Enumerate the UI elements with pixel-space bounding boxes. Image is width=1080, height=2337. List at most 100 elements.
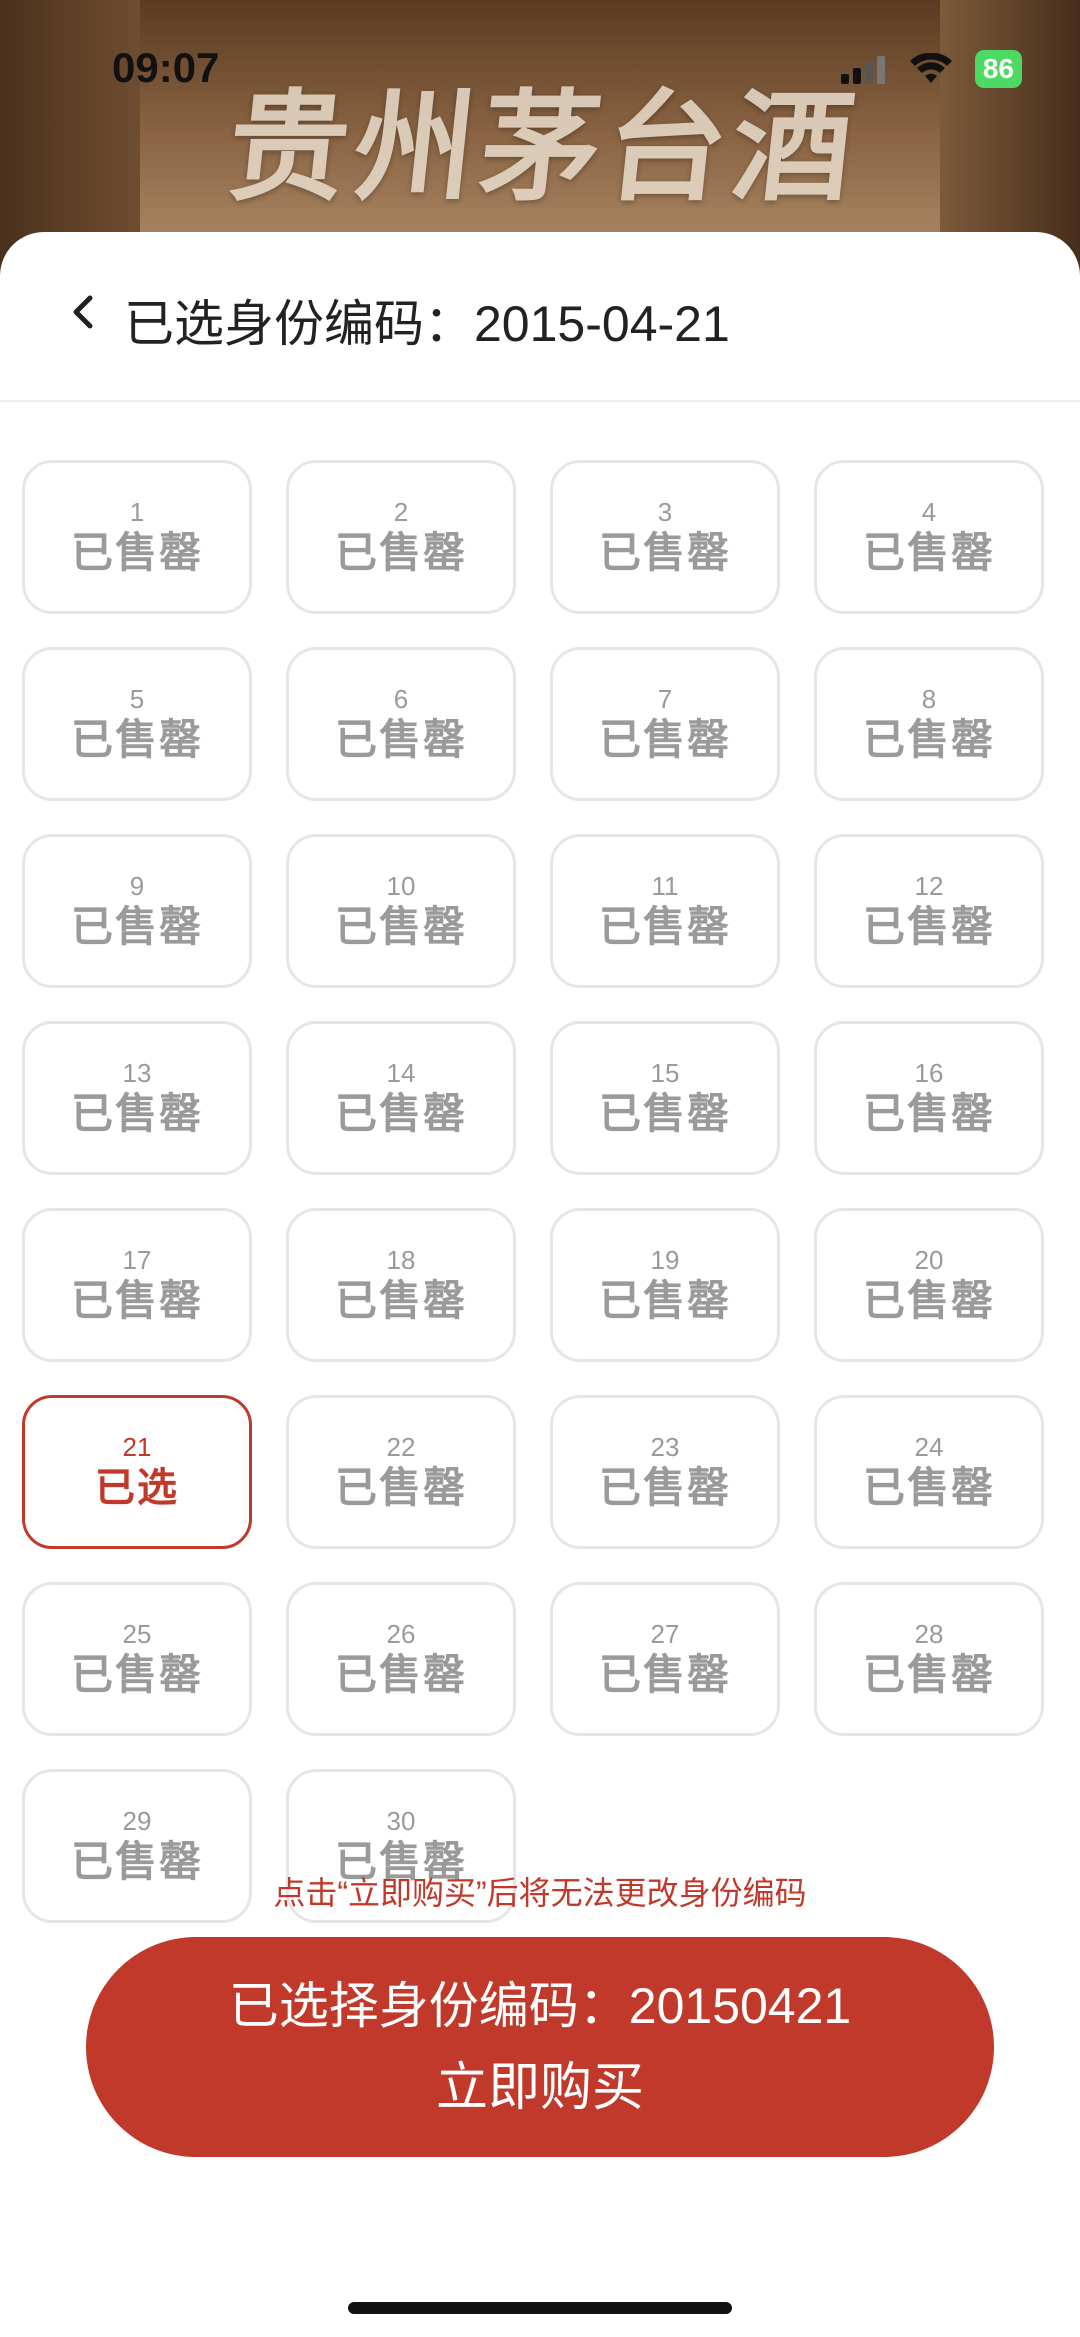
code-cell[interactable]: 11 已售罄 (550, 834, 780, 988)
code-cell-status: 已售罄 (334, 715, 467, 764)
code-cell-status: 已售罄 (334, 1650, 467, 1699)
code-cell[interactable]: 19 已售罄 (550, 1208, 780, 1362)
brand-logo-text: 贵州茅台酒 (221, 77, 867, 218)
code-grid: 1 已售罄 2 已售罄 3 已售罄 4 已售罄 5 已售罄 6 已售罄 7 已售罄 8 已售罄 9 已售罄 10 已售… (22, 460, 1044, 1923)
code-cell-number: 13 (122, 1058, 152, 1088)
code-cell-status: 已售罄 (70, 1276, 203, 1325)
code-cell-status: 已售罄 (862, 1463, 995, 1512)
code-cell[interactable]: 15 已售罄 (550, 1021, 780, 1175)
status-time: 09:07 (112, 44, 220, 91)
code-cell-selected[interactable]: 21 已选 (22, 1395, 252, 1549)
code-cell-status: 已售罄 (598, 715, 731, 764)
code-cell[interactable]: 14 已售罄 (286, 1021, 516, 1175)
battery-icon: 86 (974, 50, 1022, 88)
code-cell-number: 9 (129, 871, 145, 901)
code-cell-number: 2 (393, 497, 409, 527)
code-cell-status: 已售罄 (70, 715, 203, 764)
code-cell-status: 已售罄 (862, 1276, 995, 1325)
code-cell-number: 24 (914, 1432, 944, 1462)
code-cell-status: 已售罄 (334, 902, 467, 951)
code-cell-number: 12 (914, 871, 944, 901)
code-cell-number: 18 (386, 1245, 416, 1275)
page-title: 已选身份编码：2015-04-21 (124, 296, 730, 352)
code-cell-number: 6 (393, 684, 409, 714)
code-cell-number: 26 (386, 1619, 416, 1649)
wifi-icon (909, 53, 952, 83)
code-cell[interactable]: 25 已售罄 (22, 1582, 252, 1736)
buy-now-button[interactable]: 已选择身份编码：20150421 立即购买 (86, 1937, 994, 2157)
code-cell-number: 19 (650, 1245, 680, 1275)
code-cell-number: 17 (122, 1245, 152, 1275)
code-cell-number: 3 (657, 497, 673, 527)
code-cell-status: 已售罄 (598, 902, 731, 951)
code-cell-number: 23 (650, 1432, 680, 1462)
code-cell-status: 已售罄 (70, 1089, 203, 1138)
code-cell[interactable]: 2 已售罄 (286, 460, 516, 614)
code-cell-number: 21 (122, 1432, 152, 1462)
code-cell-status: 已售罄 (334, 1089, 467, 1138)
code-cell[interactable]: 16 已售罄 (814, 1021, 1044, 1175)
code-cell-number: 28 (914, 1619, 944, 1649)
code-cell-status: 已售罄 (862, 1650, 995, 1699)
code-cell-status: 已售罄 (334, 1463, 467, 1512)
code-cell-status: 已售罄 (334, 528, 467, 577)
cellular-signal-icon (840, 56, 885, 84)
code-cell-number: 15 (650, 1058, 680, 1088)
code-cell[interactable]: 5 已售罄 (22, 647, 252, 801)
back-chevron-icon[interactable] (62, 290, 106, 334)
code-cell-number: 7 (657, 684, 673, 714)
code-cell-status: 已售罄 (862, 1089, 995, 1138)
code-cell-number: 5 (129, 684, 145, 714)
code-cell[interactable]: 12 已售罄 (814, 834, 1044, 988)
code-cell[interactable]: 6 已售罄 (286, 647, 516, 801)
warning-notice: 点击“立即购买”后将无法更改身份编码 (273, 1875, 807, 1911)
code-cell-number: 14 (386, 1058, 416, 1088)
code-cell[interactable]: 28 已售罄 (814, 1582, 1044, 1736)
code-cell-number: 25 (122, 1619, 152, 1649)
code-cell-status: 已售罄 (334, 1276, 467, 1325)
code-cell-number: 30 (386, 1806, 416, 1836)
code-cell-status: 已选 (95, 1465, 179, 1511)
code-cell-number: 11 (651, 871, 679, 901)
code-cell-number: 1 (129, 497, 145, 527)
home-indicator (348, 2302, 732, 2314)
code-cell[interactable]: 24 已售罄 (814, 1395, 1044, 1549)
code-cell-status: 已售罄 (598, 1650, 731, 1699)
code-cell-status: 已售罄 (598, 528, 731, 577)
code-cell-status: 已售罄 (598, 1463, 731, 1512)
code-cell[interactable]: 8 已售罄 (814, 647, 1044, 801)
code-cell[interactable]: 20 已售罄 (814, 1208, 1044, 1362)
code-cell-number: 22 (386, 1432, 416, 1462)
code-cell[interactable]: 22 已售罄 (286, 1395, 516, 1549)
buy-button-selected-code: 已选择身份编码：20150421 (228, 1978, 852, 2034)
code-cell-status: 已售罄 (862, 528, 995, 577)
code-cell[interactable]: 27 已售罄 (550, 1582, 780, 1736)
code-cell[interactable]: 18 已售罄 (286, 1208, 516, 1362)
code-cell[interactable]: 1 已售罄 (22, 460, 252, 614)
code-cell-number: 8 (921, 684, 937, 714)
code-cell[interactable]: 7 已售罄 (550, 647, 780, 801)
code-cell[interactable]: 23 已售罄 (550, 1395, 780, 1549)
code-cell-number: 16 (914, 1058, 944, 1088)
code-cell[interactable]: 13 已售罄 (22, 1021, 252, 1175)
code-cell-status: 已售罄 (70, 528, 203, 577)
buy-button-label: 立即购买 (435, 2059, 644, 2117)
code-cell[interactable]: 4 已售罄 (814, 460, 1044, 614)
code-cell[interactable]: 9 已售罄 (22, 834, 252, 988)
code-cell-number: 27 (650, 1619, 680, 1649)
code-cell-number: 4 (921, 497, 937, 527)
code-cell-number: 29 (122, 1806, 152, 1836)
code-cell-number: 20 (914, 1245, 944, 1275)
code-cell-status: 已售罄 (70, 902, 203, 951)
sheet-header: 已选身份编码：2015-04-21 (0, 232, 1080, 402)
code-cell-status: 已售罄 (598, 1089, 731, 1138)
code-cell[interactable]: 10 已售罄 (286, 834, 516, 988)
selection-sheet: 已选身份编码：2015-04-21 1 已售罄 2 已售罄 3 已售罄 4 已售罄 5 已售罄 6 已… (0, 232, 1080, 2337)
code-cell[interactable]: 17 已售罄 (22, 1208, 252, 1362)
code-cell-number: 10 (386, 871, 416, 901)
status-icons: 86 (840, 50, 1022, 88)
code-cell-status: 已售罄 (598, 1276, 731, 1325)
code-cell[interactable]: 3 已售罄 (550, 460, 780, 614)
code-cell[interactable]: 26 已售罄 (286, 1582, 516, 1736)
code-cell-status: 已售罄 (70, 1650, 203, 1699)
